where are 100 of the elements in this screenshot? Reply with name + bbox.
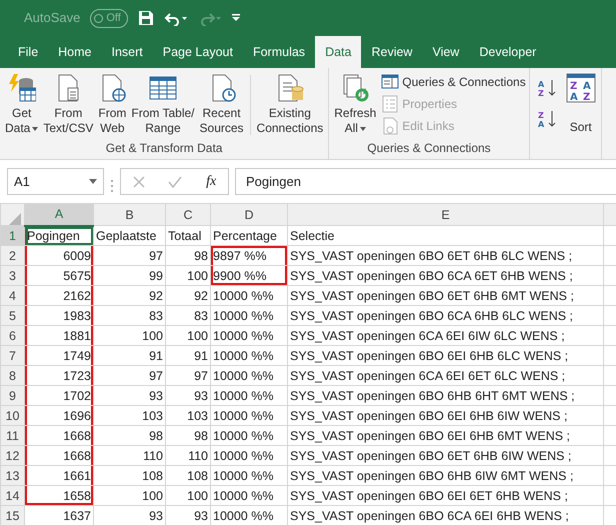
table-cell[interactable]: 10000 %% [210,446,288,466]
table-cell[interactable]: SYS_VAST openingen 6BO 6EI 6HB 6IW WENS ; [288,406,604,426]
table-cell[interactable]: 98 [166,426,210,446]
table-cell[interactable]: 10000 %% [210,466,288,486]
table-cell[interactable]: SYS_VAST openingen 6CA 6EI 6IW 6LC WENS ; [288,326,604,346]
table-cell[interactable]: 6009 [24,246,94,266]
table-cell[interactable]: 83 [166,306,210,326]
table-cell[interactable]: 91 [94,346,166,366]
table-cell[interactable]: 110 [166,446,210,466]
table-cell[interactable]: 10000 %% [210,366,288,386]
row-header[interactable]: 4 [0,286,24,306]
table-cell[interactable]: SYS_VAST openingen 6BO 6ET 6HB 6IW WENS ; [288,446,604,466]
column-header[interactable]: B [94,204,166,226]
row-header[interactable]: 15 [0,506,24,525]
table-cell[interactable]: SYS_VAST openingen 6BO 6HB 6HT 6MT WENS ; [288,386,604,406]
table-cell[interactable]: 10000 %% [210,306,288,326]
table-cell[interactable]: 10000 %% [210,406,288,426]
table-cell[interactable]: SYS_VAST openingen 6BO 6ET 6HB 6MT WENS ; [288,286,604,306]
table-cell[interactable]: Geplaatste [94,226,166,246]
table-cell[interactable]: 108 [166,466,210,486]
table-cell[interactable]: SYS_VAST openingen 6BO 6CA 6ET 6HB WENS ; [288,266,604,286]
table-cell[interactable]: SYS_VAST openingen 6BO 6CA 6HB 6LC WENS ; [288,306,604,326]
table-cell[interactable]: 1668 [24,426,94,446]
table-cell[interactable]: 103 [166,406,210,426]
table-cell[interactable]: 9897 %% [210,246,288,266]
customize-icon[interactable] [232,14,240,22]
ribbon-button[interactable]: Queries & Connections [381,71,526,93]
insert-function-button[interactable]: fx [206,171,216,192]
table-cell[interactable]: 10000 %% [210,286,288,306]
sort-button[interactable]: Z A A Z Sort [564,71,598,135]
table-cell[interactable]: SYS_VAST openingen 6BO 6CA 6EI 6HB WENS ; [288,506,604,525]
table-cell[interactable]: 92 [166,286,210,306]
table-cell[interactable]: 93 [166,386,210,406]
ribbon-button[interactable]: From Text/CSV [41,71,96,136]
table-cell[interactable]: 103 [94,406,166,426]
column-header[interactable]: E [288,204,604,226]
ribbon-tab[interactable]: Home [48,36,102,68]
table-cell[interactable]: 100 [166,486,210,506]
table-cell[interactable]: 1658 [24,486,94,506]
ribbon-tab[interactable]: Page Layout [152,36,243,68]
table-cell[interactable]: 5675 [24,266,94,286]
table-cell[interactable]: 99 [94,266,166,286]
table-cell[interactable]: 93 [94,386,166,406]
row-header[interactable]: 10 [0,406,24,426]
row-header[interactable]: 3 [0,266,24,286]
table-cell[interactable]: 10000 %% [210,486,288,506]
table-cell[interactable]: SYS_VAST openingen 6BO 6EI 6HB 6LC WENS ; [288,346,604,366]
table-cell[interactable]: 10000 %% [210,386,288,406]
ribbon-button[interactable]: Refresh All [332,71,378,136]
column-header[interactable]: C [166,204,210,226]
row-header[interactable]: 1 [0,226,24,246]
row-header[interactable]: 13 [0,466,24,486]
table-cell[interactable]: Totaal [166,226,210,246]
table-cell[interactable]: 1983 [24,306,94,326]
table-cell[interactable]: SYS_VAST openingen 6BO 6EI 6HB 6MT WENS ; [288,426,604,446]
table-cell[interactable]: 83 [94,306,166,326]
table-cell[interactable]: 92 [94,286,166,306]
ribbon-tab[interactable]: Developer [469,36,546,68]
dropdown-icon[interactable] [89,179,97,184]
table-cell[interactable]: 1749 [24,346,94,366]
ribbon-tab[interactable]: View [422,36,470,68]
table-cell[interactable]: 10000 %% [210,346,288,366]
ribbon-tab[interactable]: Data [315,36,362,68]
ribbon-tab[interactable]: Review [361,36,422,68]
table-cell[interactable]: 1881 [24,326,94,346]
table-cell[interactable]: 97 [94,246,166,266]
ribbon-button[interactable]: From Web [96,71,128,136]
table-cell[interactable]: 97 [94,366,166,386]
table-cell[interactable]: 91 [166,346,210,366]
row-header[interactable]: 8 [0,366,24,386]
column-header[interactable]: A [24,204,94,226]
column-header[interactable]: D [210,204,288,226]
ribbon-button[interactable]: Existing Connections [254,71,326,136]
table-cell[interactable]: 1723 [24,366,94,386]
table-cell[interactable]: SYS_VAST openingen 6CA 6EI 6ET 6LC WENS ; [288,366,604,386]
table-cell[interactable]: SYS_VAST openingen 6BO 6EI 6ET 6HB WENS ; [288,486,604,506]
table-cell[interactable]: Selectie [288,226,604,246]
table-cell[interactable]: 98 [166,246,210,266]
formula-field[interactable]: Pogingen [235,168,616,195]
table-cell[interactable]: SYS_VAST openingen 6BO 6HB 6IW 6MT WENS ; [288,466,604,486]
table-cell[interactable]: 108 [94,466,166,486]
ribbon-tab[interactable]: Formulas [242,36,316,68]
save-icon[interactable] [138,10,154,26]
ribbon-button[interactable]: Recent Sources [198,71,246,136]
table-cell[interactable]: 100 [166,266,210,286]
table-cell[interactable]: 1702 [24,386,94,406]
table-cell[interactable]: 10000 %% [210,326,288,346]
ribbon-button[interactable]: Get Data [3,71,40,136]
row-header[interactable]: 11 [0,426,24,446]
table-cell[interactable]: Pogingen [24,226,94,246]
table-cell[interactable]: 2162 [24,286,94,306]
row-header[interactable]: 5 [0,306,24,326]
table-cell[interactable]: 110 [94,446,166,466]
row-header[interactable]: 6 [0,326,24,346]
table-cell[interactable]: 98 [94,426,166,446]
row-header[interactable]: 7 [0,346,24,366]
row-header[interactable]: 12 [0,446,24,466]
ribbon-tab[interactable]: File [8,36,48,68]
table-cell[interactable]: SYS_VAST openingen 6BO 6ET 6HB 6LC WENS ; [288,246,604,266]
table-cell[interactable]: 100 [94,326,166,346]
